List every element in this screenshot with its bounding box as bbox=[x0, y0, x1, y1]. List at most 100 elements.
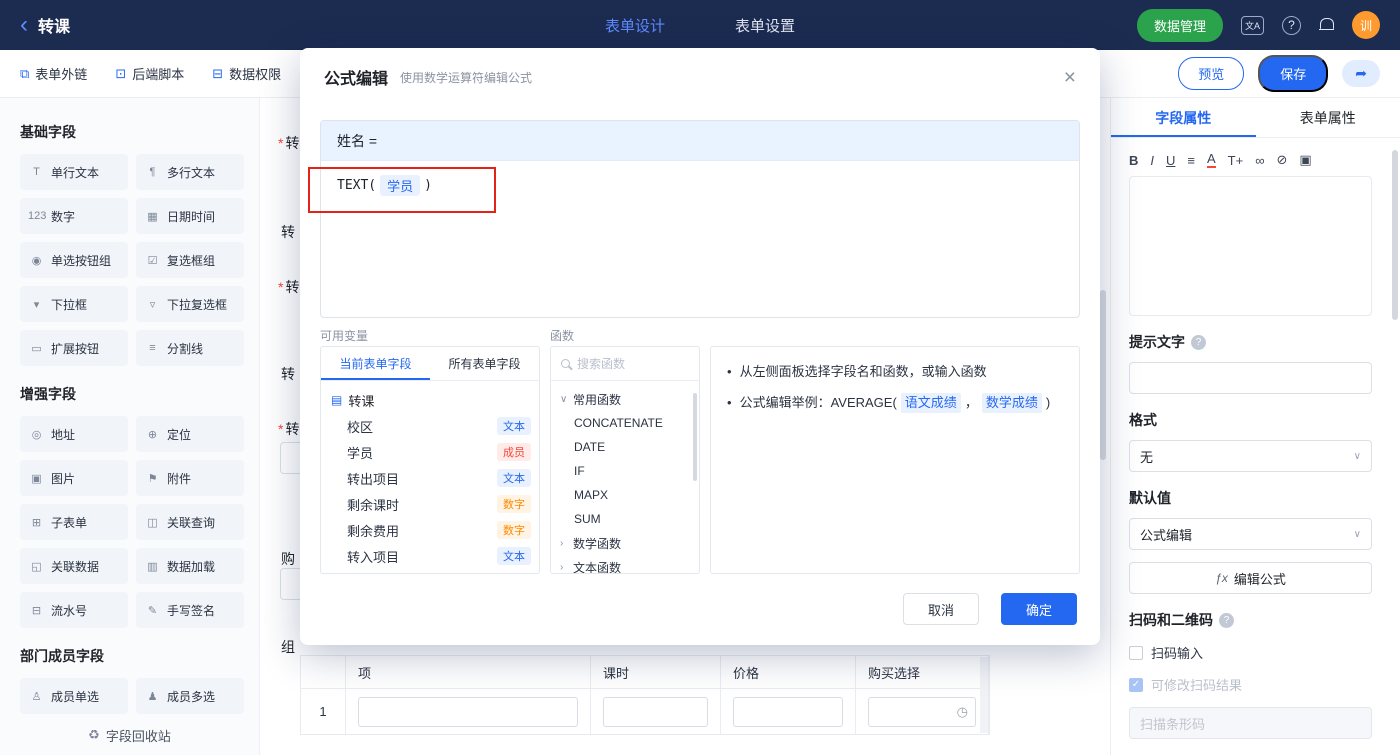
function-item-concatenate[interactable]: CONCATENATE bbox=[551, 411, 699, 435]
palette-item-dropdown[interactable]: ▾ 下拉框 bbox=[20, 286, 128, 322]
unlink-icon[interactable]: ⊘ bbox=[1277, 152, 1288, 168]
format-select[interactable]: 无 ∨ bbox=[1129, 440, 1372, 473]
toolbar-item-backend-script[interactable]: ⊡ 后端脚本 bbox=[115, 64, 184, 83]
field-recycle-bin[interactable]: ♻ 字段回收站 bbox=[0, 715, 259, 755]
subform-input-item[interactable] bbox=[358, 696, 578, 727]
field-type-tag: 文本 bbox=[497, 547, 531, 565]
function-item-sum[interactable]: SUM bbox=[551, 507, 699, 531]
tab-field-properties[interactable]: 字段属性 bbox=[1111, 98, 1256, 137]
font-color-icon[interactable]: A bbox=[1207, 151, 1216, 169]
function-item-mapx[interactable]: MAPX bbox=[551, 483, 699, 507]
data-manage-button[interactable]: 数据管理 bbox=[1136, 8, 1223, 42]
variable-field-row[interactable]: 校区 文本 bbox=[321, 413, 539, 439]
hint-input[interactable] bbox=[1129, 362, 1372, 395]
scan-input-checkbox[interactable] bbox=[1129, 645, 1143, 660]
table-scrollbar[interactable] bbox=[980, 657, 988, 733]
canvas-scrollbar[interactable] bbox=[1100, 290, 1106, 460]
palette-item-data-load[interactable]: ▥ 数据加载 bbox=[136, 548, 244, 584]
palette-item-member-single[interactable]: ♙ 成员单选 bbox=[20, 678, 128, 714]
variable-field-row[interactable]: 剩余课时 数字 bbox=[321, 491, 539, 517]
palette-item-radio-group[interactable]: ◉ 单选按钮组 bbox=[20, 242, 128, 278]
form-field-label-stub: * 转 bbox=[278, 277, 299, 297]
function-group-text[interactable]: › 文本函数 bbox=[551, 555, 699, 574]
italic-icon[interactable]: I bbox=[1150, 153, 1154, 168]
notification-bell-icon[interactable] bbox=[1319, 17, 1334, 33]
subform-input-price[interactable] bbox=[733, 696, 843, 727]
subform-input-hours[interactable] bbox=[603, 696, 708, 727]
palette-item-datetime[interactable]: ▦ 日期时间 bbox=[136, 198, 244, 234]
variable-field-row[interactable]: 剩余费用 数字 bbox=[321, 517, 539, 543]
formula-input-area[interactable]: TEXT( 学员 ) bbox=[321, 161, 1079, 210]
palette-item-number[interactable]: 123 数字 bbox=[20, 198, 128, 234]
functions-scrollbar[interactable] bbox=[693, 393, 697, 481]
align-icon[interactable]: ≡ bbox=[1187, 153, 1195, 168]
palette-item-image[interactable]: ▣ 图片 bbox=[20, 460, 128, 496]
variable-field-row[interactable]: 转入项目 文本 bbox=[321, 543, 539, 569]
palette-item-serial-number[interactable]: ⊟ 流水号 bbox=[20, 592, 128, 628]
palette-item-linked-data[interactable]: ◱ 关联数据 bbox=[20, 548, 128, 584]
save-button[interactable]: 保存 bbox=[1258, 55, 1329, 92]
variables-form-node[interactable]: ▤ 转课 bbox=[321, 387, 539, 413]
palette-item-label: 数字 bbox=[51, 209, 76, 224]
palette-item-address[interactable]: ◎ 地址 bbox=[20, 416, 128, 452]
palette-item-multi-line-text[interactable]: ¶ 多行文本 bbox=[136, 154, 244, 190]
properties-scrollbar[interactable] bbox=[1392, 150, 1398, 320]
palette-item-linked-query[interactable]: ◫ 关联查询 bbox=[136, 504, 244, 540]
bold-icon[interactable]: B bbox=[1129, 153, 1138, 168]
function-item-date[interactable]: DATE bbox=[551, 435, 699, 459]
scan-editable-checkbox-row[interactable]: 可修改扫码结果 bbox=[1129, 675, 1372, 694]
help-icon[interactable]: ? bbox=[1219, 612, 1234, 628]
tab-all-form-fields[interactable]: 所有表单字段 bbox=[430, 347, 539, 380]
underline-icon[interactable]: U bbox=[1166, 153, 1175, 168]
variable-field-row[interactable]: 转出项目 文本 bbox=[321, 465, 539, 491]
help-icon[interactable]: ? bbox=[1282, 15, 1301, 35]
edit-formula-button[interactable]: ƒx 编辑公式 bbox=[1129, 562, 1372, 595]
default-value-select[interactable]: 公式编辑 ∨ bbox=[1129, 518, 1372, 551]
palette-item-extend-button[interactable]: ▭ 扩展按钮 bbox=[20, 330, 128, 366]
palette-item-member-multi[interactable]: ♟ 成员多选 bbox=[136, 678, 244, 714]
field-title-editor[interactable] bbox=[1129, 176, 1372, 317]
palette-item-label: 多行文本 bbox=[167, 165, 216, 180]
function-group-math[interactable]: › 数学函数 bbox=[551, 531, 699, 555]
share-button[interactable]: ➦ bbox=[1342, 60, 1380, 87]
palette-item-label: 定位 bbox=[167, 427, 192, 442]
translate-icon[interactable]: 文A bbox=[1240, 15, 1264, 35]
help-icon[interactable]: ? bbox=[1191, 334, 1206, 350]
function-group-common[interactable]: ∨ 常用函数 bbox=[551, 387, 699, 411]
field-name: 剩余费用 bbox=[347, 523, 400, 539]
palette-item-single-line-text[interactable]: T 单行文本 bbox=[20, 154, 128, 190]
function-search-input[interactable] bbox=[577, 356, 677, 371]
avatar[interactable]: 训 bbox=[1352, 11, 1380, 39]
confirm-button[interactable]: 确定 bbox=[1001, 593, 1077, 625]
tab-form-settings[interactable]: 表单设置 bbox=[735, 15, 795, 36]
insert-image-icon[interactable]: ▣ bbox=[1299, 152, 1311, 168]
palette-item-signature[interactable]: ✎ 手写签名 bbox=[136, 592, 244, 628]
palette-item-attachment[interactable]: ⚑ 附件 bbox=[136, 460, 244, 496]
font-size-icon[interactable]: T+ bbox=[1228, 153, 1244, 168]
field-label: 转 bbox=[285, 279, 300, 295]
variable-field-row[interactable]: 学员 成员 bbox=[321, 439, 539, 465]
formula-variable-chip[interactable]: 学员 bbox=[380, 175, 421, 196]
subform-input-purchase[interactable]: ◷ bbox=[868, 696, 976, 727]
multi-dropdown-icon: ▿ bbox=[149, 298, 156, 311]
palette-item-multi-dropdown[interactable]: ▿ 下拉复选框 bbox=[136, 286, 244, 322]
toolbar-item-external-link[interactable]: ⧉ 表单外链 bbox=[20, 64, 87, 83]
row-index: 1 bbox=[301, 689, 346, 734]
close-icon[interactable]: × bbox=[1064, 67, 1076, 88]
scan-input-checkbox-row[interactable]: 扫码输入 bbox=[1129, 643, 1372, 662]
cancel-button[interactable]: 取消 bbox=[903, 593, 979, 625]
tab-form-properties[interactable]: 表单属性 bbox=[1256, 98, 1400, 137]
toolbar-item-data-permission[interactable]: ⊟ 数据权限 bbox=[212, 64, 281, 83]
palette-item-location[interactable]: ⊕ 定位 bbox=[136, 416, 244, 452]
tab-form-design[interactable]: 表单设计 bbox=[605, 15, 665, 36]
link-icon[interactable]: ∞ bbox=[1255, 153, 1264, 168]
tab-current-form-fields[interactable]: 当前表单字段 bbox=[321, 347, 430, 380]
scan-editable-checkbox[interactable] bbox=[1129, 677, 1143, 692]
palette-item-divider[interactable]: ≡ 分割线 bbox=[136, 330, 244, 366]
image-icon: ▣ bbox=[31, 472, 42, 485]
function-item-if[interactable]: IF bbox=[551, 459, 699, 483]
preview-button[interactable]: 预览 bbox=[1178, 57, 1245, 90]
palette-item-label: 手写签名 bbox=[167, 603, 216, 618]
palette-item-checkbox-group[interactable]: ☑ 复选框组 bbox=[136, 242, 244, 278]
palette-item-subform[interactable]: ⊞ 子表单 bbox=[20, 504, 128, 540]
